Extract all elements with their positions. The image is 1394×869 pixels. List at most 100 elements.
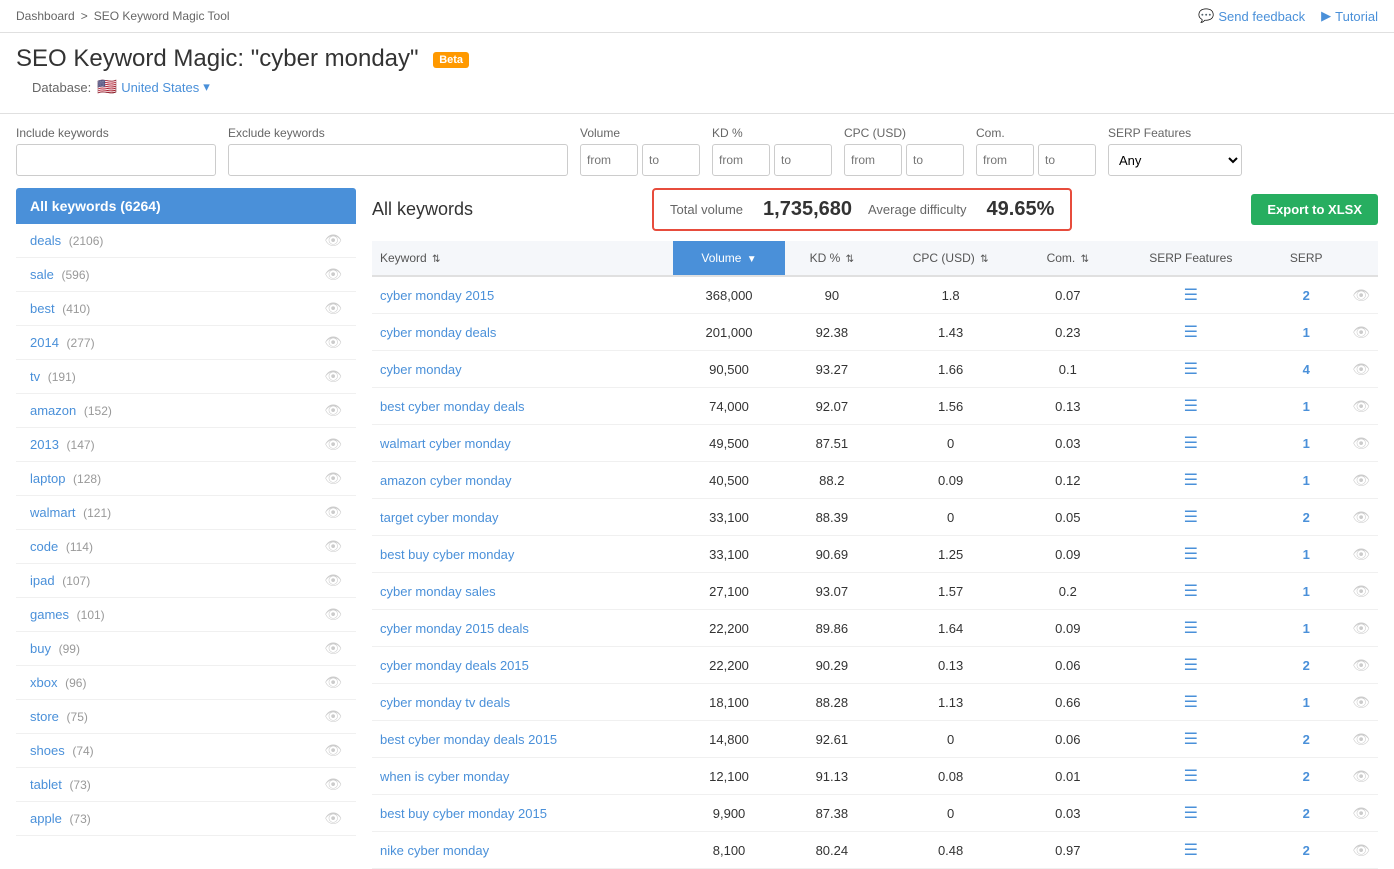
keyword-link[interactable]: amazon cyber monday [380,473,512,488]
eye-icon[interactable]: 👁 [324,266,342,283]
eye-icon[interactable]: 👁 [324,776,342,793]
keyword-link[interactable]: cyber monday deals 2015 [380,658,529,673]
keyword-link[interactable]: cyber monday 2015 [380,288,494,303]
sidebar-item[interactable]: games (101) 👁 [16,598,356,632]
eye-icon[interactable]: 👁 [324,300,342,317]
volume-to-input[interactable] [642,144,700,176]
row-eye-icon[interactable]: 👁 [1352,694,1370,710]
keyword-link[interactable]: target cyber monday [380,510,499,525]
row-eye-icon[interactable]: 👁 [1352,472,1370,488]
sidebar-item-link[interactable]: 2013 [30,437,59,452]
keyword-link[interactable]: cyber monday 2015 deals [380,621,529,636]
sidebar-item-link[interactable]: store [30,709,59,724]
eye-icon[interactable]: 👁 [324,810,342,827]
row-eye-icon[interactable]: 👁 [1352,435,1370,451]
keyword-link[interactable]: cyber monday deals [380,325,496,340]
eye-icon[interactable]: 👁 [324,334,342,351]
row-eye-icon[interactable]: 👁 [1352,324,1370,340]
cpc-from-input[interactable] [844,144,902,176]
sidebar-item[interactable]: 2013 (147) 👁 [16,428,356,462]
sidebar-item[interactable]: store (75) 👁 [16,700,356,734]
keyword-link[interactable]: best cyber monday deals [380,399,525,414]
keyword-link[interactable]: best buy cyber monday 2015 [380,806,547,821]
row-eye-icon[interactable]: 👁 [1352,768,1370,784]
sidebar-item-link[interactable]: buy [30,641,51,656]
include-keywords-input[interactable] [16,144,216,176]
row-eye-icon[interactable]: 👁 [1352,583,1370,599]
sidebar-item-link[interactable]: code [30,539,58,554]
sidebar-all-keywords[interactable]: All keywords (6264) [16,188,356,224]
eye-icon[interactable]: 👁 [324,572,342,589]
sidebar-item-link[interactable]: laptop [30,471,65,486]
eye-icon[interactable]: 👁 [324,640,342,657]
eye-icon[interactable]: 👁 [324,674,342,691]
kd-to-input[interactable] [774,144,832,176]
row-eye-icon[interactable]: 👁 [1352,731,1370,747]
eye-icon[interactable]: 👁 [324,436,342,453]
row-eye-icon[interactable]: 👁 [1352,398,1370,414]
sidebar-item-link[interactable]: tv [30,369,40,384]
sidebar-item-link[interactable]: 2014 [30,335,59,350]
row-eye-icon[interactable]: 👁 [1352,842,1370,858]
send-feedback-button[interactable]: 💬 Send feedback [1198,8,1305,24]
sidebar-item[interactable]: tv (191) 👁 [16,360,356,394]
keyword-link[interactable]: cyber monday [380,362,462,377]
kd-from-input[interactable] [712,144,770,176]
sidebar-item-link[interactable]: ipad [30,573,55,588]
row-eye-icon[interactable]: 👁 [1352,805,1370,821]
db-dropdown[interactable]: 🇺🇸 United States ▾ [97,77,210,97]
sidebar-item-link[interactable]: best [30,301,55,316]
cpc-to-input[interactable] [906,144,964,176]
breadcrumb-home[interactable]: Dashboard [16,9,75,23]
sidebar-item[interactable]: shoes (74) 👁 [16,734,356,768]
sidebar-item-link[interactable]: games [30,607,69,622]
sidebar-item-link[interactable]: apple [30,811,62,826]
sidebar-item[interactable]: buy (99) 👁 [16,632,356,666]
col-keyword[interactable]: Keyword ⇅ [372,241,673,276]
keyword-link[interactable]: cyber monday sales [380,584,496,599]
keyword-link[interactable]: nike cyber monday [380,843,489,858]
eye-icon[interactable]: 👁 [324,368,342,385]
sidebar-item[interactable]: walmart (121) 👁 [16,496,356,530]
eye-icon[interactable]: 👁 [324,470,342,487]
keyword-link[interactable]: cyber monday tv deals [380,695,510,710]
volume-from-input[interactable] [580,144,638,176]
sidebar-item[interactable]: best (410) 👁 [16,292,356,326]
row-eye-icon[interactable]: 👁 [1352,509,1370,525]
keyword-link[interactable]: walmart cyber monday [380,436,511,451]
export-xlsx-button[interactable]: Export to XLSX [1251,194,1378,225]
sidebar-item[interactable]: xbox (96) 👁 [16,666,356,700]
tutorial-button[interactable]: ▶ Tutorial [1321,8,1378,24]
col-volume[interactable]: Volume ▼ [673,241,784,276]
sidebar-item-link[interactable]: sale [30,267,54,282]
keyword-link[interactable]: best buy cyber monday [380,547,514,562]
sidebar-item[interactable]: deals (2106) 👁 [16,224,356,258]
row-eye-icon[interactable]: 👁 [1352,287,1370,303]
com-from-input[interactable] [976,144,1034,176]
eye-icon[interactable]: 👁 [324,504,342,521]
row-eye-icon[interactable]: 👁 [1352,620,1370,636]
col-com[interactable]: Com. ⇅ [1022,241,1113,276]
keyword-link[interactable]: best cyber monday deals 2015 [380,732,557,747]
sidebar-item-link[interactable]: deals [30,233,61,248]
eye-icon[interactable]: 👁 [324,606,342,623]
serp-features-select[interactable]: Any Featured Snippet Site Links Image Pa… [1108,144,1242,176]
sidebar-item-link[interactable]: walmart [30,505,76,520]
sidebar-item-link[interactable]: shoes [30,743,65,758]
row-eye-icon[interactable]: 👁 [1352,657,1370,673]
sidebar-item[interactable]: code (114) 👁 [16,530,356,564]
eye-icon[interactable]: 👁 [324,742,342,759]
col-kd[interactable]: KD % ⇅ [785,241,879,276]
row-eye-icon[interactable]: 👁 [1352,546,1370,562]
sidebar-item-link[interactable]: amazon [30,403,76,418]
sidebar-item[interactable]: tablet (73) 👁 [16,768,356,802]
sidebar-item[interactable]: amazon (152) 👁 [16,394,356,428]
eye-icon[interactable]: 👁 [324,402,342,419]
col-cpc[interactable]: CPC (USD) ⇅ [879,241,1022,276]
sidebar-item[interactable]: apple (73) 👁 [16,802,356,836]
sidebar-item[interactable]: ipad (107) 👁 [16,564,356,598]
eye-icon[interactable]: 👁 [324,708,342,725]
sidebar-item[interactable]: laptop (128) 👁 [16,462,356,496]
row-eye-icon[interactable]: 👁 [1352,361,1370,377]
eye-icon[interactable]: 👁 [324,538,342,555]
